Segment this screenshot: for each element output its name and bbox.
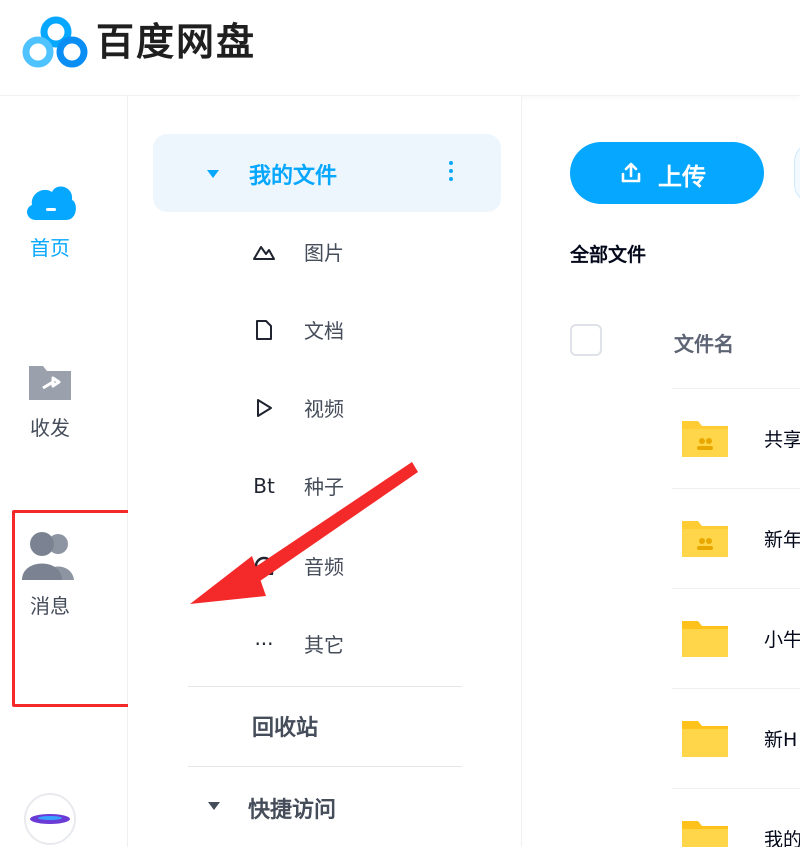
nav-item-label: 图片 [304, 241, 344, 265]
file-name: 小牛 [764, 629, 800, 651]
rail-label-home: 首页 [30, 236, 70, 260]
select-all-checkbox[interactable] [570, 324, 602, 356]
file-name: 新H [764, 729, 798, 751]
folder-icon [682, 621, 728, 657]
rail-item-share[interactable]: 收发 [0, 360, 100, 441]
nav-item-torrent[interactable]: Bt 种子 [250, 466, 490, 506]
nav-item-label: 视频 [304, 397, 344, 421]
nav-divider [188, 686, 462, 687]
folder-icon [682, 721, 728, 757]
document-icon [250, 316, 278, 344]
audio-icon [250, 552, 278, 580]
nav-recycle-bin[interactable]: 回收站 [252, 710, 318, 742]
folder-icon [682, 821, 728, 847]
nav-item-audio[interactable]: 音频 [250, 546, 490, 586]
caret-down-icon [208, 802, 220, 810]
app-brand: 百度网盘 [96, 20, 257, 64]
bt-icon: Bt [253, 474, 275, 498]
nav-item-label: 音频 [304, 555, 344, 579]
nav-quick-access-label: 快捷访问 [248, 798, 337, 823]
nav-item-label: 文档 [304, 319, 344, 343]
shared-folder-icon [682, 521, 728, 557]
file-name: 共享 [764, 429, 800, 451]
file-name: 新年 [764, 529, 800, 551]
rail-item-home[interactable]: 首页 [0, 178, 100, 261]
shared-folder-icon [682, 421, 728, 457]
file-row[interactable]: 新年 [672, 488, 800, 588]
file-row[interactable]: 小牛 [672, 588, 800, 688]
nav-item-label: 其它 [304, 633, 344, 657]
app-header: 百度网盘 [0, 0, 800, 96]
rail-item-messages[interactable]: 消息 [0, 528, 100, 619]
nav-item-images[interactable]: 图片 [250, 232, 490, 272]
video-icon [250, 394, 278, 422]
file-row[interactable]: 共享 [672, 388, 800, 488]
rail-label-share: 收发 [30, 416, 70, 440]
caret-down-icon [207, 170, 219, 178]
file-name: 我的 [764, 829, 800, 847]
share-folder-icon [29, 366, 71, 400]
nav-quick-access[interactable]: 快捷访问 [188, 788, 488, 828]
nav-item-label: 种子 [304, 475, 344, 499]
kebab-menu-icon[interactable] [449, 161, 453, 183]
left-rail: 首页 收发 消息 [0, 96, 128, 847]
nav-item-video[interactable]: 视频 [250, 388, 490, 428]
main-content: 上传 全部文件 文件名 共享 新年 小牛 新H 我的 [522, 96, 800, 847]
people-icon [22, 532, 74, 580]
nav-item-documents[interactable]: 文档 [250, 310, 490, 350]
image-icon [250, 238, 278, 266]
baidu-netdisk-logo-icon [22, 16, 88, 68]
ai-orb-icon [24, 793, 76, 845]
nav-divider [188, 766, 462, 767]
nav-item-other[interactable]: ··· 其它 [250, 624, 490, 664]
secondary-button[interactable] [794, 142, 800, 204]
rail-label-messages: 消息 [30, 594, 70, 618]
nav-panel: 我的文件 图片 文档 视频 Bt 种子 音频 ··· 其它 回收站 快捷访问 [128, 96, 522, 847]
nav-my-files-label: 我的文件 [249, 164, 338, 189]
file-row[interactable]: 新H [672, 688, 800, 788]
upload-button-label: 上传 [658, 163, 706, 191]
file-row[interactable]: 我的 [672, 788, 800, 847]
nav-my-files[interactable]: 我的文件 [153, 134, 501, 212]
upload-button[interactable]: 上传 [570, 142, 764, 204]
upload-icon [621, 162, 641, 183]
column-header-filename[interactable]: 文件名 [674, 328, 734, 357]
rail-item-ai[interactable] [0, 792, 100, 846]
more-icon: ··· [254, 632, 274, 656]
cloud-icon [27, 186, 76, 220]
breadcrumb[interactable]: 全部文件 [570, 240, 646, 267]
